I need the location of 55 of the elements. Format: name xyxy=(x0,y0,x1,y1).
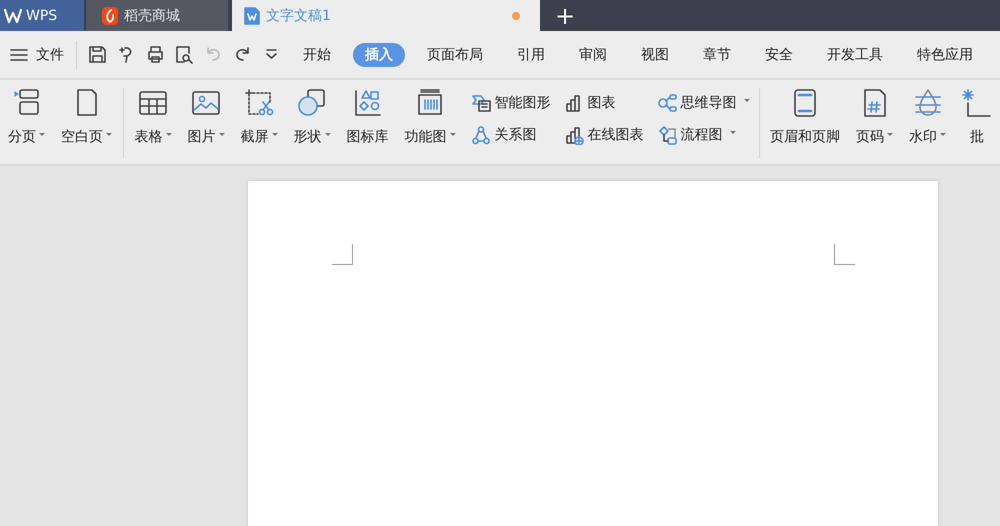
menu-tab[interactable]: 章节 xyxy=(691,42,743,66)
shapes-icon xyxy=(297,88,327,118)
flowchart-icon xyxy=(658,126,676,144)
smart-graphic-icon xyxy=(472,94,490,112)
ribbon-button[interactable]: 图片 xyxy=(180,88,232,146)
ribbon-button[interactable]: 思维导图 xyxy=(658,90,750,116)
ribbon-button[interactable]: 功能图 xyxy=(396,88,464,146)
print-preview-icon[interactable] xyxy=(175,45,194,64)
menu-tab[interactable]: 开始 xyxy=(291,42,343,66)
relationship-icon xyxy=(472,126,490,144)
menu-icon xyxy=(10,48,28,62)
menu-tab[interactable]: 特色应用 xyxy=(905,42,985,66)
table-icon xyxy=(138,88,168,118)
ribbon-button[interactable]: 流程图 xyxy=(658,122,750,148)
ribbon-button[interactable]: 图标库 xyxy=(338,88,396,146)
ribbon-button[interactable]: 页码 xyxy=(848,88,901,146)
ribbon-button[interactable]: 空白页 xyxy=(53,88,120,146)
icon-library-icon xyxy=(352,88,382,118)
ribbon-button[interactable]: 分页 xyxy=(0,88,53,146)
margin-corner-mark xyxy=(834,244,855,265)
image-icon xyxy=(191,88,221,118)
ribbon-button[interactable]: 批 xyxy=(954,88,1000,146)
batch-icon xyxy=(962,88,992,118)
ribbon-button[interactable]: 在线图表 xyxy=(564,122,644,148)
ribbon-button[interactable]: 水印 xyxy=(901,88,954,146)
tab[interactable]: WPS xyxy=(0,0,84,31)
page-break-icon xyxy=(12,88,42,118)
ribbon-button[interactable]: 表格 xyxy=(126,88,180,146)
ribbon-button[interactable]: 图表 xyxy=(564,90,644,116)
menu-tab[interactable]: 引用 xyxy=(505,42,557,66)
function-chart-icon xyxy=(415,88,445,118)
print-icon[interactable] xyxy=(146,45,165,64)
save-icon[interactable] xyxy=(88,45,107,64)
ribbon-button[interactable]: 页眉和页脚 xyxy=(762,88,848,146)
redo-icon[interactable] xyxy=(233,45,252,64)
ribbon-button[interactable]: 关系图 xyxy=(472,122,550,148)
document-icon xyxy=(244,6,260,24)
menu-tab[interactable]: 页面布局 xyxy=(415,42,495,66)
ribbon-button[interactable]: 截屏 xyxy=(232,88,286,146)
new-tab-button[interactable]: + xyxy=(540,0,590,31)
ribbon-button[interactable]: 形状 xyxy=(286,88,338,146)
menu-tab[interactable]: 审阅 xyxy=(567,42,619,66)
online-chart-icon xyxy=(564,126,584,144)
flame-icon xyxy=(102,6,118,24)
watermark-icon xyxy=(912,88,942,118)
file-menu-button[interactable]: 文件 xyxy=(0,46,72,64)
w-logo-icon xyxy=(4,8,22,22)
screenshot-icon xyxy=(244,88,274,118)
menu-tab[interactable]: 开发工具 xyxy=(815,42,895,66)
menu-tab[interactable]: 安全 xyxy=(753,42,805,66)
ribbon-button[interactable]: 智能图形 xyxy=(472,90,550,116)
menu-tab[interactable]: 视图 xyxy=(629,42,681,66)
mind-map-icon xyxy=(658,94,676,112)
margin-corner-mark xyxy=(332,244,353,265)
tab[interactable]: 稻壳商城 xyxy=(86,0,228,31)
